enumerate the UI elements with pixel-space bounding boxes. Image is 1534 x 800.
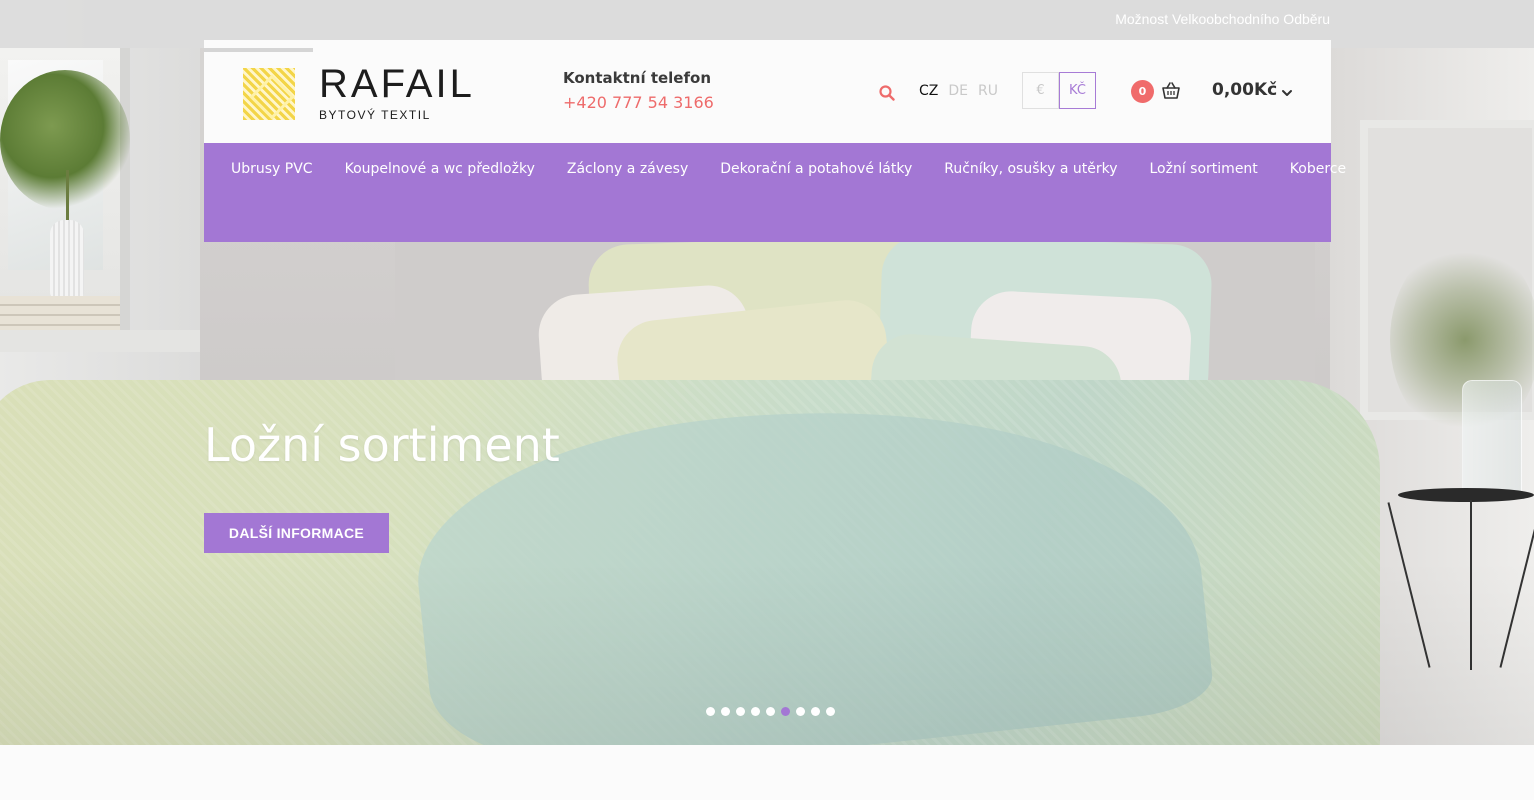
page-content-start	[0, 745, 1534, 800]
slider-dot[interactable]	[796, 707, 805, 716]
hero-vase	[50, 220, 84, 300]
more-info-button[interactable]: DALŠÍ INFORMACE	[204, 513, 389, 553]
slider-dot[interactable]	[706, 707, 715, 716]
slider-dots	[706, 707, 835, 716]
lang-de[interactable]: DE	[948, 83, 968, 99]
cart-count-badge: 0	[1131, 80, 1154, 103]
slider-dot[interactable]	[721, 707, 730, 716]
header-accent-line	[204, 48, 313, 52]
nav-item-ubrusy-pvc[interactable]: Ubrusy PVC	[215, 161, 329, 177]
nav-item-dekoracni-latky[interactable]: Dekorační a potahové látky	[704, 161, 928, 177]
slider-dot[interactable]	[766, 707, 775, 716]
logo-name: RAFAIL	[319, 62, 475, 106]
search-icon[interactable]	[878, 84, 896, 102]
nav-items: Ubrusy PVC Koupelnové a wc předložky Zác…	[215, 161, 1362, 177]
basket-icon[interactable]	[1161, 81, 1181, 101]
contact-label: Kontaktní telefon	[563, 69, 711, 87]
hero-side-table	[1398, 488, 1534, 502]
slider-dot[interactable]	[751, 707, 760, 716]
language-switcher: CZ DE RU	[919, 83, 998, 99]
hero-title: Ložní sortiment	[204, 418, 560, 472]
slider-dot[interactable]	[826, 707, 835, 716]
nav-item-zaclony-zavesy[interactable]: Záclony a závesy	[551, 161, 704, 177]
slider-dot[interactable]	[781, 707, 790, 716]
nav-item-koberce[interactable]: Koberce	[1274, 161, 1362, 177]
currency-czk-button[interactable]: KČ	[1059, 72, 1096, 109]
hero-plant	[0, 70, 130, 210]
site-header: RAFAIL BYTOVÝ TEXTIL Kontaktní telefon +…	[204, 40, 1331, 143]
lang-cz[interactable]: CZ	[919, 83, 938, 99]
hero-shade	[0, 560, 1534, 745]
slider-dot[interactable]	[736, 707, 745, 716]
logo-tagline: BYTOVÝ TEXTIL	[319, 108, 431, 122]
cart-total[interactable]: 0,00Kč	[1212, 80, 1277, 100]
logo-pattern-icon	[243, 68, 295, 120]
slider-dot[interactable]	[811, 707, 820, 716]
lang-ru[interactable]: RU	[978, 83, 998, 99]
currency-eur-button[interactable]: €	[1022, 72, 1059, 109]
nav-item-rucniky[interactable]: Ručníky, osušky a utěrky	[928, 161, 1133, 177]
main-nav: Ubrusy PVC Koupelnové a wc předložky Zác…	[204, 143, 1346, 242]
chevron-down-icon[interactable]	[1281, 84, 1293, 96]
wholesale-link[interactable]: Možnost Velkoobchodního Odběru	[1115, 11, 1330, 27]
hero-glass-jar	[1462, 380, 1522, 500]
nav-item-koupelnove-predlozky[interactable]: Koupelnové a wc předložky	[329, 161, 551, 177]
contact-phone-link[interactable]: +420 777 54 3166	[563, 93, 714, 112]
site-logo[interactable]: RAFAIL BYTOVÝ TEXTIL	[243, 62, 493, 126]
nav-item-lozni-sortiment[interactable]: Ložní sortiment	[1134, 161, 1274, 177]
hero-shelf	[0, 330, 200, 352]
